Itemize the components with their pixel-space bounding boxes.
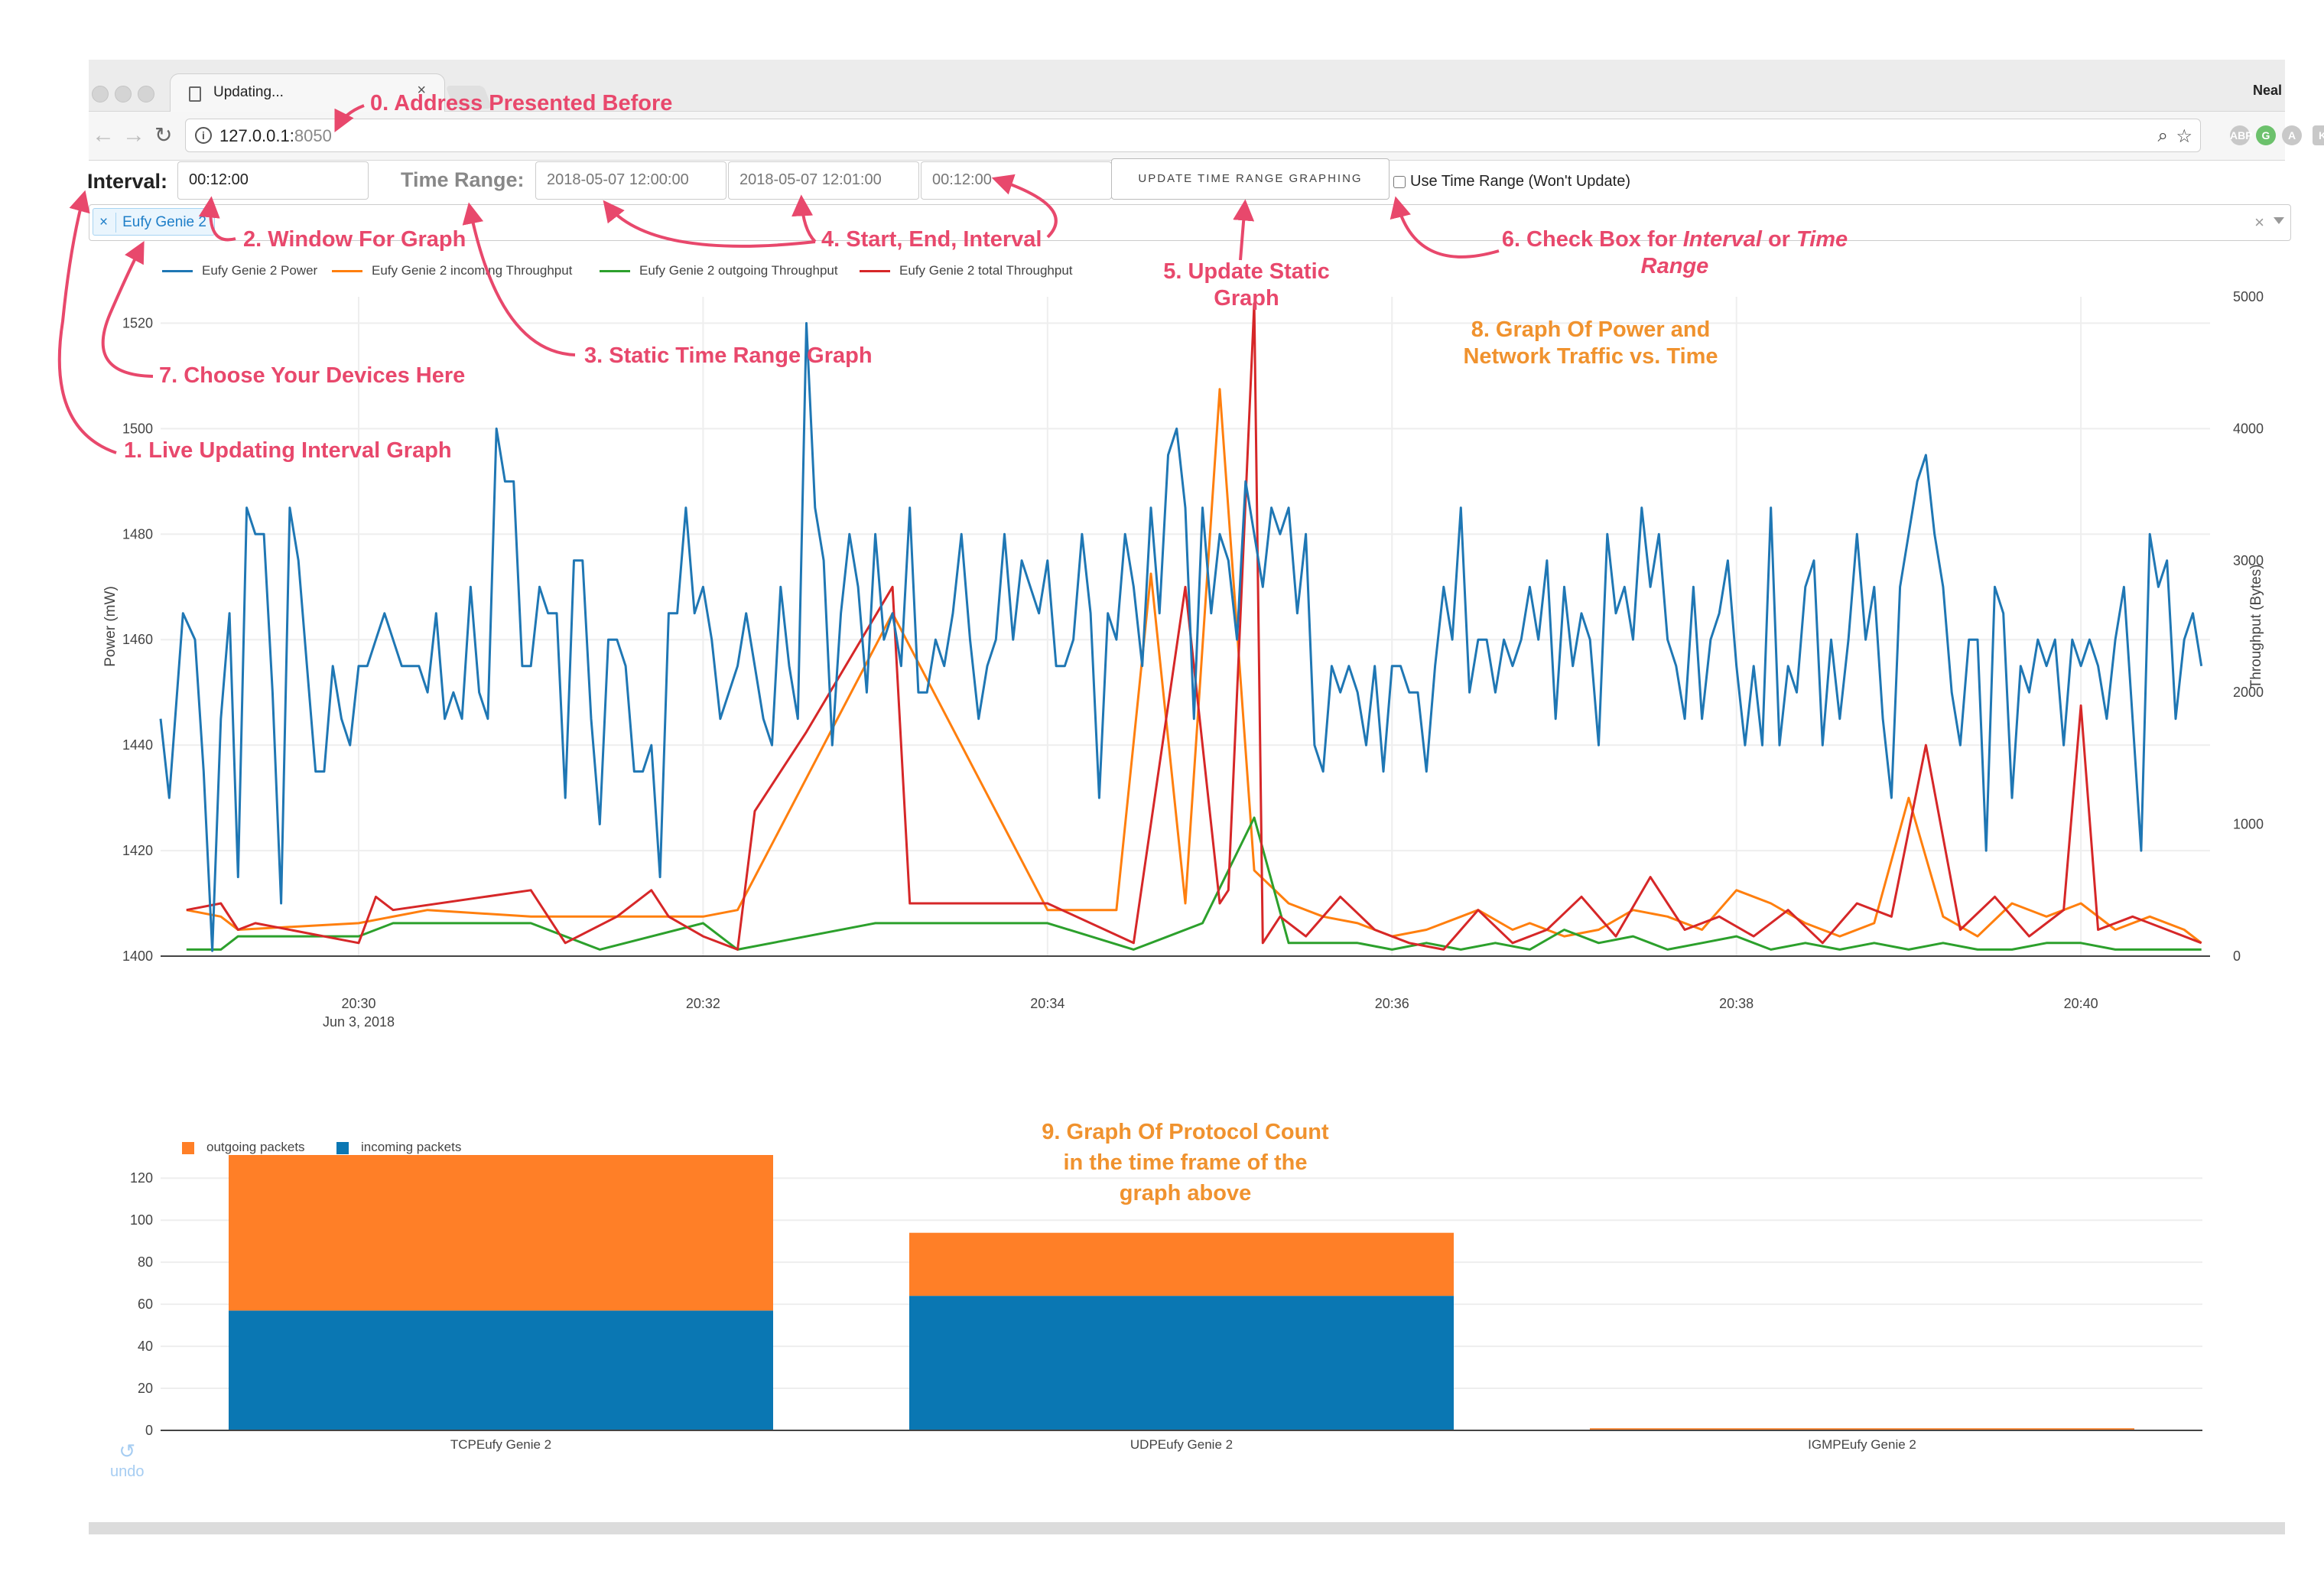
annotation-5-line2: Graph [1214,286,1279,311]
x-tick-label: 20:32 [686,996,720,1011]
y-tick-label: 1420 [122,843,153,858]
annotation-2: 2. Window For Graph [243,227,466,252]
bar-y-tick-label: 0 [145,1423,153,1438]
undo-icon: ↺ [119,1440,136,1462]
y2-tick-label: 5000 [2233,289,2264,304]
y-tick-label: 1480 [122,526,153,542]
annotation-5-line1: 5. Update Static [1163,259,1330,284]
bar-y-tick-label: 60 [138,1297,153,1312]
undo-button[interactable]: ↺ undo [110,1440,145,1481]
annotation-6-em2: Time [1796,227,1848,252]
y-axis-title: Power (mW) [102,586,119,667]
y2-axis-title: Throughput (Bytes) [2248,565,2264,689]
bar-1-0 [229,1155,773,1311]
y-tick-label: 1520 [122,315,153,330]
bar-y-tick-label: 40 [138,1339,153,1354]
annotation-4: 4. Start, End, Interval [821,227,1042,252]
annotation-7: 7. Choose Your Devices Here [159,363,466,388]
y-tick-label: 1460 [122,632,153,647]
y2-tick-label: 0 [2233,948,2241,964]
bar-category-label: TCPEufy Genie 2 [450,1437,551,1452]
bar-y-tick-label: 20 [138,1381,153,1396]
x-tick-label: 20:34 [1030,996,1064,1011]
annotation-3: 3. Static Time Range Graph [584,343,873,368]
annotation-5: 5. Update Static Graph [1132,259,1361,312]
annotation-6-line2: Range [1640,254,1709,278]
annotation-9: 9. Graph Of Protocol Count in the time fr… [994,1117,1377,1209]
bar-1-1 [909,1232,1454,1297]
annotation-0: 0. Address Presented Before [370,91,673,116]
annotation-6-prefix: 6. Check Box for [1501,227,1683,252]
y2-tick-label: 1000 [2233,817,2264,832]
x-tick-label: 20:40 [2064,996,2098,1011]
annotation-9-line2: in the time frame of the [1063,1150,1308,1175]
annotation-6-mid: or [1761,227,1797,252]
window-bottom-edge [89,1522,2285,1534]
power-throughput-chart[interactable]: 20:30 Jun 3, 2018 20:32 20:34 20:36 20:38 20:4… [0,0,2324,1071]
bar-y-tick-label: 100 [130,1212,153,1228]
annotation-6: 6. Check Box for Interval or Time Range [1476,226,1874,280]
x-tick-sublabel: Jun 3, 2018 [323,1014,395,1030]
y2-tick-label: 4000 [2233,421,2264,436]
bar-y-tick-label: 80 [138,1254,153,1270]
annotation-8-line1: 8. Graph Of Power and [1471,317,1711,342]
bar-category-label: IGMPEufy Genie 2 [1808,1437,1916,1452]
x-tick-label: 20:30 [341,996,375,1011]
y-tick-label: 1400 [122,948,153,964]
undo-label: undo [110,1463,145,1480]
bar-category-label: UDPEufy Genie 2 [1130,1437,1233,1452]
annotation-8-line2: Network Traffic vs. Time [1463,344,1718,369]
annotation-6-em1: Interval [1682,227,1762,252]
y-tick-label: 1440 [122,737,153,753]
bar-y-tick-label: 120 [130,1170,153,1186]
annotation-9-line3: graph above [1119,1181,1252,1205]
bar-0-1 [909,1296,1454,1430]
annotation-9-line1: 9. Graph Of Protocol Count [1042,1120,1329,1144]
x-tick-label: 20:36 [1375,996,1409,1011]
y-tick-label: 1500 [122,421,153,436]
x-tick-label: 20:38 [1719,996,1754,1011]
annotation-8: 8. Graph Of Power and Network Traffic vs.… [1399,317,1782,370]
bar-0-0 [229,1310,773,1430]
annotation-1: 1. Live Updating Interval Graph [124,438,452,463]
